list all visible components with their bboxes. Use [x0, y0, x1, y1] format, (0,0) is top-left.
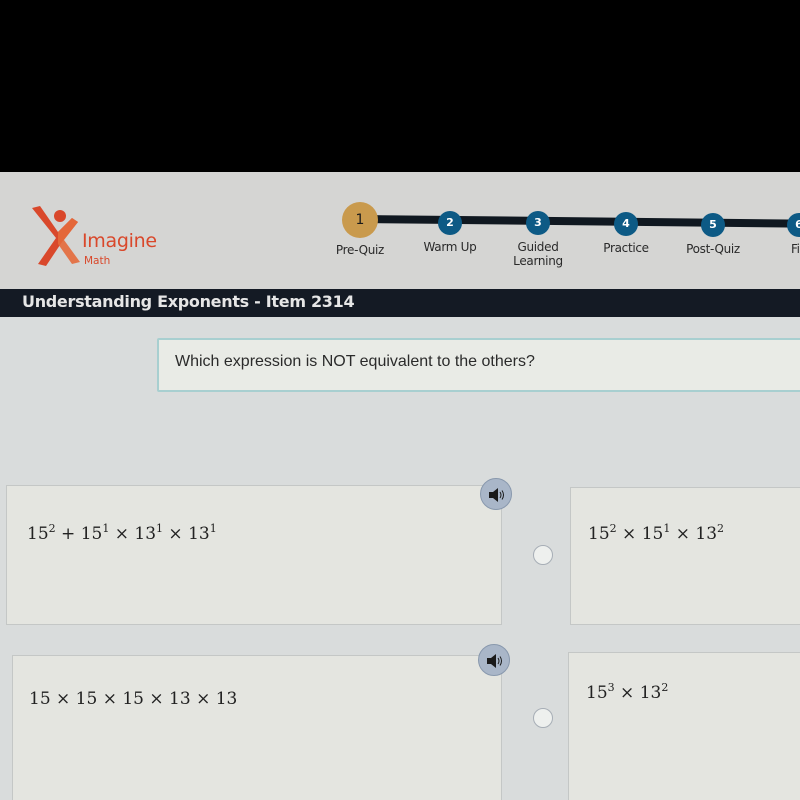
step-circle: 5	[701, 213, 725, 237]
step-post-quiz[interactable]: 5 Post-Quiz	[668, 213, 758, 256]
header: Imagine Math 1 Pre-Quiz 2 Warm Up 3 Guid…	[0, 172, 800, 289]
step-warm-up[interactable]: 2 Warm Up	[405, 211, 495, 254]
step-label: Pre-Quiz	[335, 243, 385, 257]
radio-option-c[interactable]	[533, 708, 553, 728]
option-card-b[interactable]: 152 × 151 × 132	[570, 487, 800, 625]
speaker-icon	[489, 488, 504, 502]
step-circle: 3	[526, 211, 550, 235]
option-expression: 153 × 132	[586, 681, 669, 703]
step-circle: 2	[438, 211, 462, 235]
step-pre-quiz[interactable]: 1 Pre-Quiz	[315, 202, 405, 257]
progress-stepper: 1 Pre-Quiz 2 Warm Up 3 Guided Learning 4…	[330, 202, 800, 282]
option-card-d[interactable]: 153 × 132	[568, 652, 800, 800]
step-practice[interactable]: 4 Practice	[581, 212, 671, 255]
audio-button-c[interactable]	[478, 644, 510, 676]
step-label: Post-Quiz	[686, 242, 740, 256]
option-card-c[interactable]: 15 × 15 × 15 × 13 × 13	[12, 655, 502, 800]
speaker-icon	[487, 654, 502, 668]
option-card-a[interactable]: 152 + 151 × 131 × 131	[6, 485, 502, 625]
step-guided-learning[interactable]: 3 Guided Learning	[493, 211, 583, 268]
step-label: Guided Learning	[513, 240, 563, 268]
step-circle-active: 1	[342, 202, 378, 238]
audio-button-a[interactable]	[480, 478, 512, 510]
app-screen: Imagine Math 1 Pre-Quiz 2 Warm Up 3 Guid…	[0, 172, 800, 800]
logo-wordmark: Imagine	[82, 230, 157, 252]
radio-option-a[interactable]	[533, 545, 553, 565]
step-label: Fin	[790, 242, 800, 256]
imagine-math-logo: Imagine Math	[28, 206, 178, 268]
option-expression: 15 × 15 × 15 × 13 × 13	[29, 689, 238, 709]
lesson-title: Understanding Exponents - Item 2314	[22, 292, 355, 311]
question-prompt: Which expression is NOT equivalent to th…	[175, 353, 535, 370]
step-circle: 4	[614, 212, 638, 236]
lesson-title-bar: Understanding Exponents - Item 2314	[0, 289, 800, 317]
step-circle: 6	[787, 213, 800, 237]
option-expression: 152 × 151 × 132	[588, 522, 725, 544]
step-label: Warm Up	[423, 240, 477, 254]
logo-subtitle: Math	[84, 255, 111, 267]
question-box: Which expression is NOT equivalent to th…	[157, 338, 800, 392]
logo-figure-icon	[32, 206, 80, 266]
step-label: Practice	[603, 241, 649, 255]
option-expression: 152 + 151 × 131 × 131	[27, 522, 217, 544]
step-final[interactable]: 6 Fin	[754, 213, 800, 256]
